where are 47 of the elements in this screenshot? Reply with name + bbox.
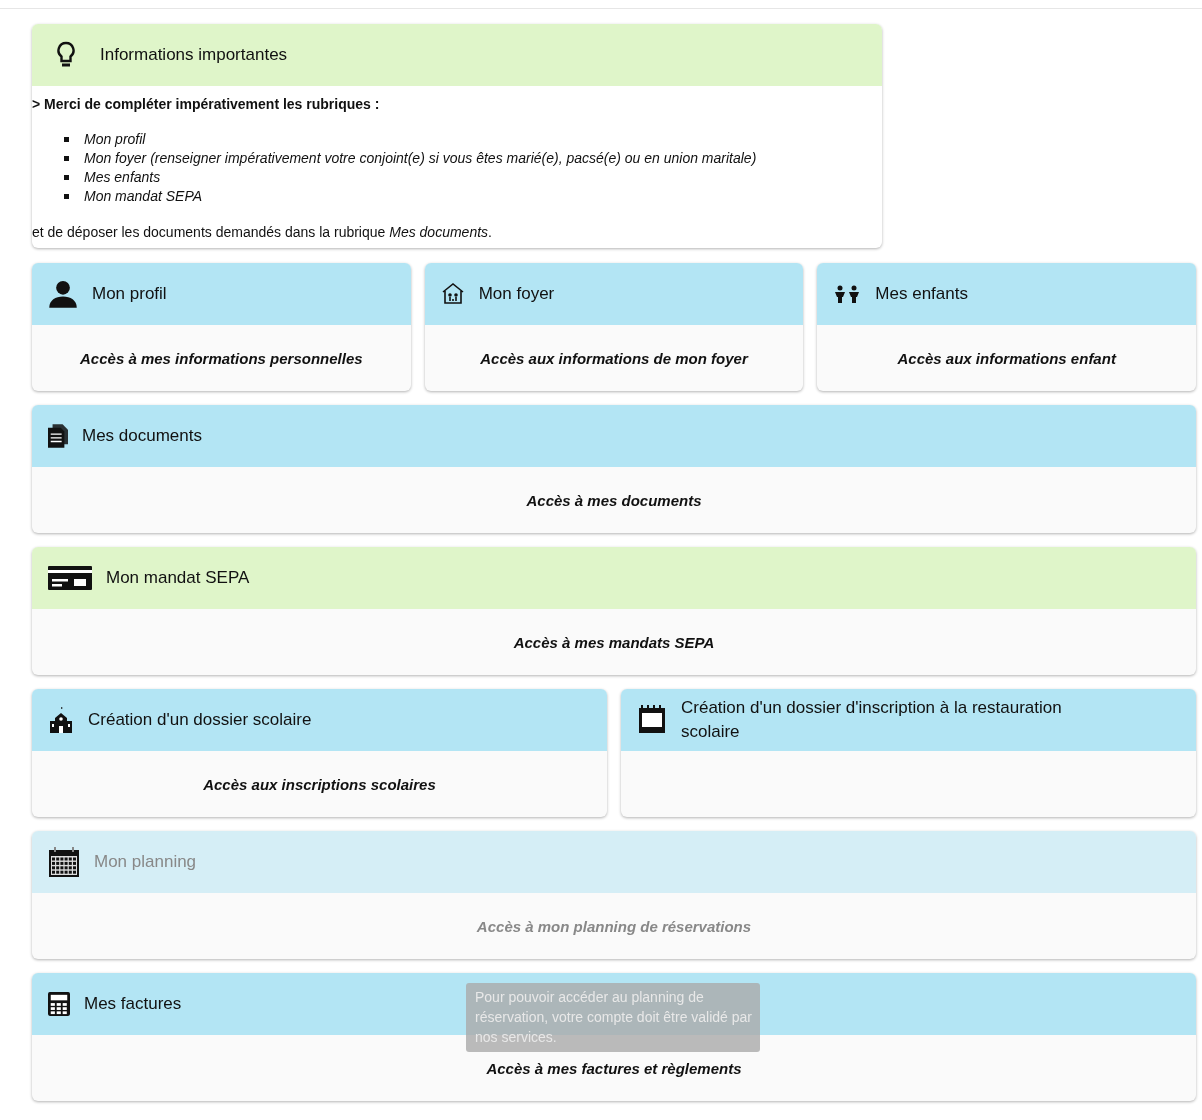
section-card[interactable]: Mon mandat SEPA Accès à mes mandats SEPA — [32, 547, 1196, 675]
list-item: Mes enfants — [84, 168, 161, 187]
section-card[interactable]: Mon profil Accès à mes informations personnelles — [32, 263, 411, 391]
card-subtitle: Accès aux inscriptions scolaires — [203, 775, 436, 793]
info-note: et de déposer les documents demandés dans la rubrique Mes documents. — [32, 224, 493, 240]
card-title: Informations importantes — [100, 44, 288, 66]
card-subtitle: Accès à mes informations personnelles — [80, 349, 363, 367]
house-icon — [440, 282, 465, 306]
list-item: Mon profil — [84, 130, 146, 149]
bullet-icon — [64, 137, 69, 142]
card-subtitle: Accès aux informations de mon foyer — [480, 349, 748, 367]
card-subtitle: Accès à mes factures et règlements — [486, 1059, 742, 1077]
card-subtitle: Accès aux informations enfant — [897, 349, 1116, 367]
card-title: Mon foyer — [478, 283, 555, 305]
card-title: Mon planning — [94, 851, 197, 873]
section-card[interactable]: Création d'un dossier d'inscription à la restauration scolaire — [621, 689, 1196, 817]
card-title: Mon profil — [92, 283, 167, 305]
calculator-icon — [48, 991, 70, 1017]
section-card[interactable]: Mes factures Pour pouvoir accéder au planning de réservation, votre compte doit être validé par nos services. Accès à mes factures et règlements — [32, 973, 1196, 1101]
section-card[interactable]: Création d'un dossier scolaire Accès aux inscriptions scolaires — [32, 689, 607, 817]
card-title: Mes enfants — [875, 283, 968, 305]
section-card[interactable]: Mes documents Accès à mes documents — [32, 405, 1196, 533]
lightbulb-icon — [56, 41, 76, 69]
list-item: Mon foyer (renseigner impérativement votre conjoint(e) si vous êtes marié(e), pacsé(e) ou en union maritale) — [84, 149, 757, 168]
card-title: Mon mandat SEPA — [106, 567, 250, 589]
notebook-icon — [637, 705, 667, 735]
bullet-icon — [64, 175, 69, 180]
card-title: Création d'un dossier d'inscription à la restauration scolaire — [681, 697, 1063, 743]
card-subtitle: Accès à mes mandats SEPA — [513, 633, 715, 651]
children-icon — [833, 285, 862, 303]
person-icon — [48, 279, 78, 309]
card-title: Mes documents — [82, 425, 202, 447]
card-title: Mes factures — [84, 993, 182, 1015]
section-card[interactable]: Mon foyer Accès aux informations de mon foyer — [424, 263, 804, 391]
calendar-icon — [48, 846, 80, 878]
bullet-icon — [64, 194, 69, 199]
bullet-icon — [64, 156, 69, 161]
info-intro: > Merci de compléter impérativement les rubriques : — [32, 96, 381, 112]
section-card[interactable]: Mes enfants Accès aux informations enfant — [817, 263, 1196, 391]
card-icon — [48, 566, 92, 590]
card-subtitle: Accès à mon planning de réservations — [476, 917, 752, 935]
card-title: Création d'un dossier scolaire — [88, 709, 312, 731]
school-icon — [48, 707, 74, 733]
card-subtitle: Accès à mes documents — [526, 491, 702, 509]
documents-icon — [48, 424, 68, 448]
list-item: Mon mandat SEPA — [84, 187, 203, 206]
tooltip: Pour pouvoir accéder au planning de réservation, votre compte doit être validé par nos services. — [466, 983, 760, 1052]
